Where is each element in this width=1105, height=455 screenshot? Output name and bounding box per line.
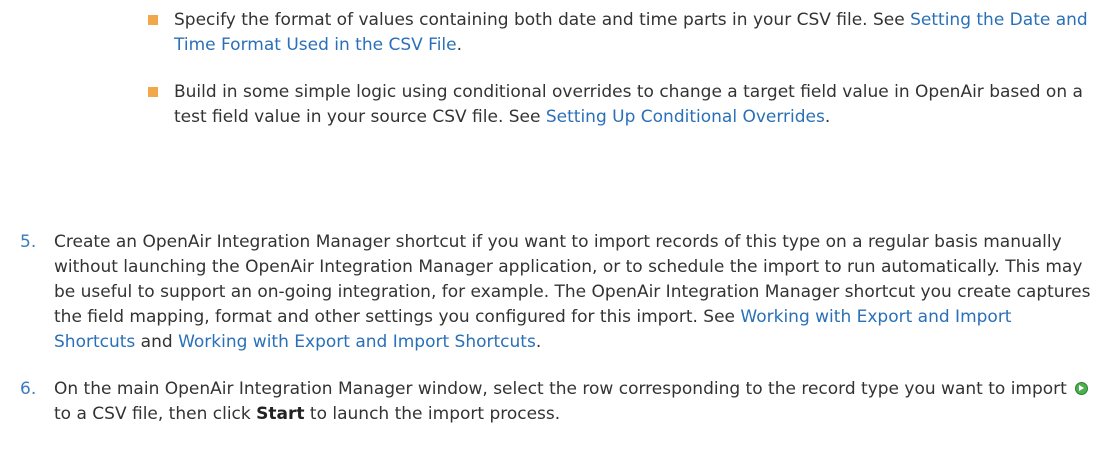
- step-text-after: to launch the import process.: [304, 404, 561, 424]
- step-end: .: [535, 332, 542, 352]
- bullet-end: .: [824, 107, 831, 127]
- help-page: Specify the format of values containing …: [0, 0, 1105, 455]
- step-list: 5. Create an OpenAir Integration Manager…: [20, 230, 1095, 449]
- link-shortcuts-2[interactable]: Working with Export and Import Shortcuts: [178, 332, 536, 352]
- step-6: 6. On the main OpenAir Integration Manag…: [20, 377, 1095, 427]
- bullet-square-icon: [148, 15, 158, 25]
- step-text-middle: to a CSV file, then click: [54, 404, 257, 424]
- link-conditional-overrides[interactable]: Setting Up Conditional Overrides: [546, 107, 825, 127]
- bullet-text: Specify the format of values containing …: [174, 10, 911, 30]
- bullet-end: .: [456, 35, 463, 55]
- step-number: 5.: [20, 232, 37, 252]
- import-start-icon: [1075, 382, 1089, 395]
- bullet-date-time-format: Specify the format of values containing …: [148, 8, 1098, 58]
- step-number: 6.: [20, 379, 37, 399]
- sub-bullet-list: Specify the format of values containing …: [148, 8, 1098, 152]
- step-5: 5. Create an OpenAir Integration Manager…: [20, 230, 1095, 355]
- step-and: and: [135, 332, 179, 352]
- step-text-before: On the main OpenAir Integration Manager …: [54, 379, 1073, 399]
- start-label: Start: [256, 404, 305, 424]
- bullet-square-icon: [148, 87, 158, 97]
- bullet-conditional-overrides: Build in some simple logic using conditi…: [148, 80, 1098, 130]
